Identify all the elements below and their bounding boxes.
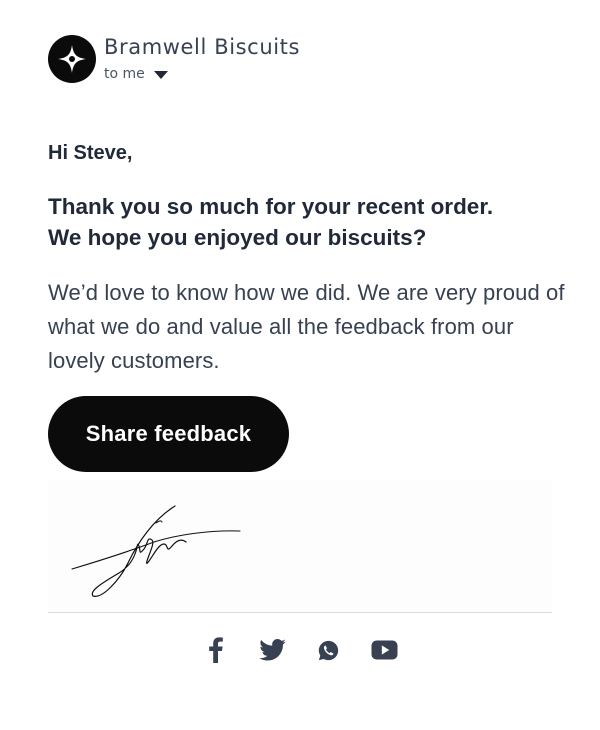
recipient-label: to me <box>104 66 145 82</box>
share-feedback-button[interactable]: Share feedback <box>48 396 289 472</box>
body-paragraph: We’d love to know how we did. We are ver… <box>48 280 565 373</box>
handwritten-signature <box>71 505 241 597</box>
facebook-icon <box>209 637 223 663</box>
caret-down-icon <box>153 70 168 79</box>
footer-divider <box>48 612 552 613</box>
whatsapp-link[interactable] <box>314 636 342 664</box>
youtube-link[interactable] <box>370 636 398 664</box>
sender-avatar[interactable] <box>48 35 96 83</box>
headline: Thank you so much for your recent order.… <box>48 191 568 253</box>
greeting: Hi Steve, <box>48 142 133 164</box>
sender-name[interactable]: Bramwell Biscuits <box>104 34 300 60</box>
youtube-icon <box>371 640 397 660</box>
sender-meta: Bramwell Biscuits to me <box>104 34 300 82</box>
social-links <box>0 636 600 664</box>
whatsapp-icon <box>318 640 338 660</box>
recipient-details-toggle[interactable]: to me <box>104 66 300 82</box>
email-message: Bramwell Biscuits to me Hi Steve, Thank … <box>0 0 600 730</box>
four-point-star-icon <box>58 45 86 73</box>
sender-header: Bramwell Biscuits to me <box>48 35 300 83</box>
headline-line-2: We hope you enjoyed our biscuits? <box>48 225 427 250</box>
headline-line-1: Thank you so much for your recent order. <box>48 194 494 219</box>
signature-area <box>48 480 552 612</box>
twitter-icon <box>258 639 286 661</box>
twitter-link[interactable] <box>258 636 286 664</box>
facebook-link[interactable] <box>202 636 230 664</box>
